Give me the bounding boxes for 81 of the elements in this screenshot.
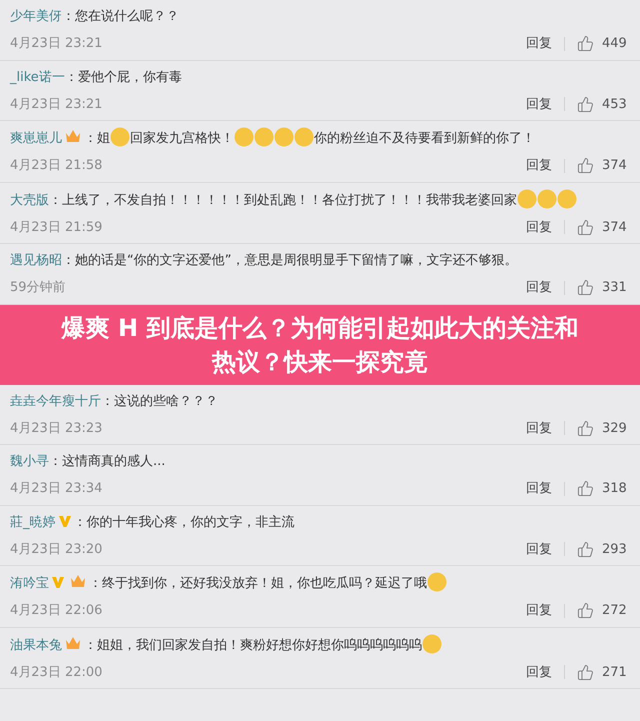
comment-body: 终于找到你，还好我没放弃！姐，你也吃瓜吗？延迟了哦: [102, 576, 447, 591]
colon: ：: [62, 9, 75, 24]
user-name[interactable]: 魏小寻: [10, 454, 49, 469]
colon: ：: [84, 638, 97, 652]
reply-button[interactable]: 回复: [526, 34, 552, 54]
comment-time: 4月23日 21:58: [10, 157, 102, 175]
reply-button[interactable]: 回复: [526, 418, 552, 438]
comment-time: 4月23日 21:59: [10, 218, 102, 236]
colon: ：: [49, 454, 62, 469]
like-count: 318: [602, 480, 628, 498]
reply-button[interactable]: 回复: [526, 218, 552, 237]
user-name[interactable]: 大壳版: [10, 192, 49, 208]
comment-time: 4月23日 23:34: [10, 480, 102, 498]
comment-body: 姐 回家发九宫格快！ 你的粉丝迫不及待要看到新鲜的你了！: [97, 131, 535, 146]
comment-body: 这情商真的感人...: [62, 454, 166, 469]
like-icon[interactable]: [577, 480, 594, 498]
emoji-icon: [274, 127, 294, 147]
comment-time: 4月23日 23:23: [10, 420, 102, 438]
user-name[interactable]: _like诺一: [10, 70, 65, 84]
like-icon[interactable]: [577, 664, 594, 681]
user-name[interactable]: 洧吟宝: [10, 576, 49, 591]
emoji-icon: [427, 572, 447, 592]
like-icon[interactable]: [577, 420, 594, 437]
like-icon[interactable]: [577, 35, 594, 52]
colon: ：: [49, 192, 62, 208]
comment-body: 你的十年我心疼，你的文字，非主流: [86, 514, 294, 530]
emoji-icon: [517, 188, 537, 208]
user-name[interactable]: 少年美伢: [10, 9, 62, 24]
user-name[interactable]: 爽崽崽儿: [10, 131, 62, 146]
reply-button[interactable]: 回复: [526, 662, 552, 682]
like-count: 272: [602, 602, 628, 620]
emoji-icon: [234, 127, 254, 147]
user-name[interactable]: 垚垚今年瘦十斤: [10, 394, 101, 408]
like-count: 271: [602, 664, 628, 682]
like-count: 331: [602, 279, 628, 297]
reply-button[interactable]: 回复: [526, 540, 552, 559]
comment-body: 她的话是“你的文字还爱他”，意思是周很明显手下留情了嘛，文字还不够狠。: [75, 253, 518, 268]
comment-body: 姐姐，我们回家发自拍！爽粉好想你好想你呜呜呜呜呜呜: [97, 638, 442, 652]
like-icon[interactable]: [577, 279, 594, 296]
colon: ：: [62, 253, 75, 268]
like-icon[interactable]: [577, 218, 594, 236]
comment-time: 4月23日 23:20: [10, 540, 102, 558]
emoji-icon: [110, 127, 130, 147]
like-count: 374: [602, 218, 628, 236]
user-name[interactable]: 莊_暁婷: [10, 514, 56, 530]
like-count: 449: [602, 35, 628, 53]
comment-time: 4月23日 23:21: [10, 96, 102, 114]
user-name[interactable]: 油果本兔: [10, 638, 62, 652]
like-count: 374: [602, 157, 628, 175]
emoji-icon: [254, 127, 274, 147]
comment-time: 4月23日 22:00: [10, 664, 102, 682]
headline-text: 爆爽 H 到底是什么？为何能引起如此大的关注和热议？快来一探究竟: [60, 312, 580, 378]
like-count: 293: [602, 540, 628, 558]
colon: ：: [64, 70, 78, 84]
colon: ：: [84, 131, 97, 146]
emoji-icon: [557, 188, 577, 208]
like-icon[interactable]: [577, 540, 594, 558]
comment-body: 上线了，不发自拍！！！！！！到处乱跑！！各位打扰了！！！我带我老婆回家: [62, 192, 577, 208]
emoji-icon: [294, 127, 314, 147]
reply-button[interactable]: 回复: [526, 94, 552, 114]
emoji-icon: [537, 188, 557, 208]
colon: ：: [89, 576, 102, 591]
reply-button[interactable]: 回复: [526, 479, 552, 498]
comment-body: 您在说什么呢？？: [75, 9, 179, 24]
colon: ：: [74, 514, 86, 530]
comment-body: 这说的些啥？？？: [114, 394, 218, 408]
like-icon[interactable]: [577, 602, 594, 620]
emoji-icon: [422, 634, 442, 654]
like-icon[interactable]: [577, 96, 594, 113]
colon: ：: [101, 394, 114, 408]
comment-time: 4月23日 23:21: [10, 35, 102, 53]
reply-button[interactable]: 回复: [526, 278, 552, 298]
comment-time: 59分钟前: [10, 279, 66, 297]
comment-time: 4月23日 22:06: [10, 602, 102, 620]
reply-button[interactable]: 回复: [526, 601, 552, 620]
like-count: 453: [602, 96, 628, 114]
comment-body: 爱他个屁，你有毒: [78, 70, 182, 84]
user-name[interactable]: 遇见杨昭: [10, 253, 62, 268]
like-count: 329: [602, 420, 628, 438]
reply-button[interactable]: 回复: [526, 156, 552, 176]
like-icon[interactable]: [577, 157, 594, 174]
